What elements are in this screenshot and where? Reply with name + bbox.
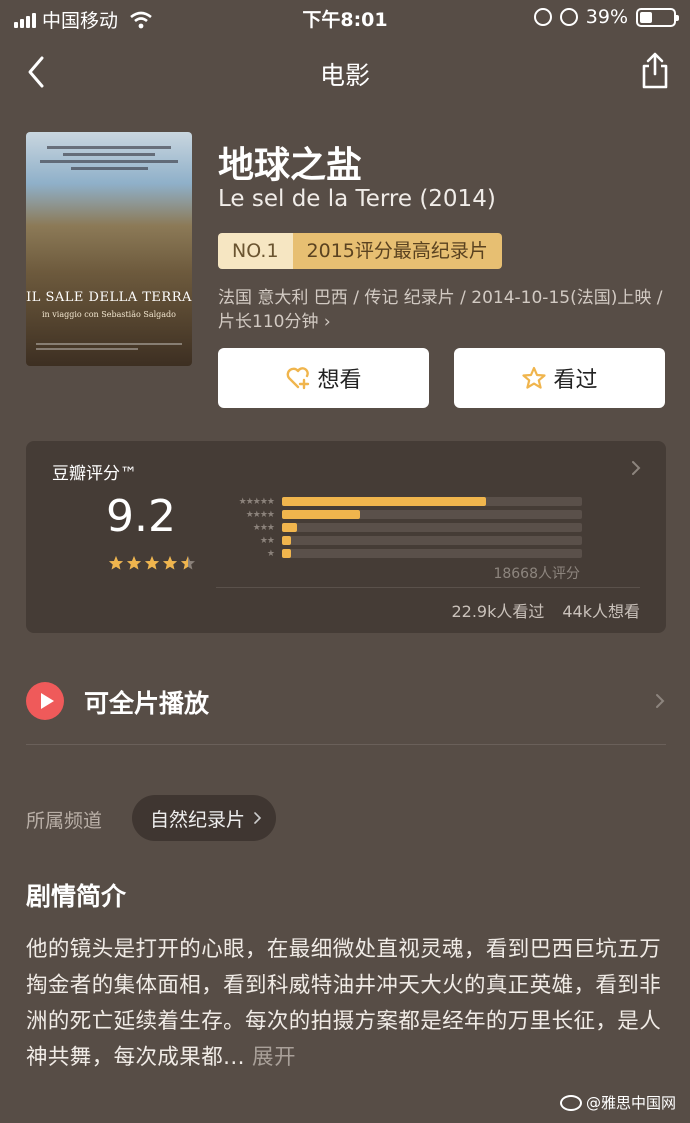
- rank-badge[interactable]: NO.1 2015评分最高纪录片: [218, 233, 502, 269]
- rating-count: 18668人评分: [493, 566, 580, 582]
- poster-credits-top: [32, 142, 186, 182]
- distribution-row: ★★★★: [214, 508, 582, 521]
- distribution-bar: [282, 497, 486, 506]
- channel-label: 所属频道: [26, 810, 103, 832]
- channel-tag[interactable]: 自然纪录片: [132, 795, 277, 841]
- watermark-text: @雅思中国网: [585, 1094, 676, 1112]
- heart-plus-icon: [287, 367, 310, 390]
- rating-score: 9.2: [106, 491, 176, 542]
- distribution-track: [282, 549, 582, 558]
- summary-body: 他的镜头是打开的心眼，在最细微处直视灵魂，看到巴西巨坑五万掏金者的集体面相，看到…: [26, 937, 662, 1070]
- play-icon: [26, 682, 64, 720]
- distribution-stars: ★★★★★: [238, 496, 275, 507]
- distribution-track: [282, 523, 582, 532]
- section-divider: [26, 744, 666, 745]
- meta-text: 法国 意大利 巴西 / 传记 纪录片 / 2014-10-15(法国)上映 / …: [218, 288, 663, 332]
- battery-icon: [636, 7, 679, 27]
- want-count[interactable]: 44k人想看: [562, 598, 640, 622]
- meta-arrow-icon: ›: [323, 312, 331, 332]
- star-half-icon: [181, 556, 195, 570]
- star-full-icon: [163, 556, 177, 570]
- poster-credits-bottom: [36, 340, 182, 356]
- summary-title: 剧情简介: [26, 882, 127, 911]
- distribution-track: [282, 536, 582, 545]
- distribution-row: ★★: [214, 534, 582, 547]
- poster-subtitle: in viaggio con Sebastião Salgado: [41, 310, 176, 319]
- distribution-track: [282, 497, 582, 506]
- star-outline-icon: [522, 366, 547, 389]
- distribution-bar: [282, 549, 291, 558]
- rating-stars: [108, 555, 196, 571]
- distribution-row: ★★★: [214, 521, 582, 534]
- rating-distribution: ★★★★★ ★★★★ ★★★ ★★ ★: [214, 495, 582, 560]
- alarm-icon: [559, 8, 578, 26]
- want-label: 想看: [317, 368, 362, 393]
- movie-title: 地球之盐: [218, 145, 363, 186]
- star-full-icon: [109, 556, 123, 570]
- seen-button[interactable]: 看过: [454, 348, 665, 408]
- rank-number: NO.1: [218, 233, 293, 269]
- rating-card[interactable]: 豆瓣评分™ 9.2 ★★★★★ ★★★★ ★★★ ★★ ★ 18668人评分 22.9k…: [26, 441, 666, 633]
- poster-title: IL SALE DELLA TERRA: [26, 290, 192, 305]
- original-title: Le sel de la Terre (2014): [218, 186, 496, 212]
- distribution-stars: ★★★: [252, 522, 275, 533]
- chevron-right-icon: [632, 461, 641, 475]
- chevron-right-icon: [254, 812, 262, 824]
- seen-label: 看过: [553, 368, 598, 393]
- status-bar: 中国移动 下午8:01 39%: [0, 0, 690, 36]
- distribution-track: [282, 510, 582, 519]
- distribution-row: ★★★★★: [214, 495, 582, 508]
- watched-count[interactable]: 22.9k人看过: [451, 598, 544, 622]
- movie-poster[interactable]: IL SALE DELLA TERRA in viaggio con Sebas…: [26, 132, 192, 366]
- rotation-lock-icon: [533, 8, 552, 26]
- distribution-bar: [282, 536, 291, 545]
- page-title: 电影: [319, 61, 370, 90]
- nav-bar: 电影: [0, 44, 690, 100]
- rating-divider: [216, 587, 640, 588]
- distribution-bar: [282, 523, 297, 532]
- rating-footer: 22.9k人看过 44k人想看: [451, 598, 640, 622]
- share-icon[interactable]: [640, 50, 670, 90]
- distribution-stars: ★★★★: [245, 509, 275, 520]
- rank-text: 2015评分最高纪录片: [292, 233, 502, 269]
- watermark: @雅思中国网: [559, 1092, 676, 1113]
- movie-meta[interactable]: 法国 意大利 巴西 / 传记 纪录片 / 2014-10-15(法国)上映 / …: [218, 286, 668, 334]
- star-full-icon: [145, 556, 159, 570]
- expand-link[interactable]: 展开: [252, 1045, 296, 1070]
- summary-text: 他的镜头是打开的心眼，在最细微处直视灵魂，看到巴西巨坑五万掏金者的集体面相，看到…: [26, 932, 666, 1076]
- distribution-stars: ★: [266, 548, 275, 559]
- battery-percent: 39%: [585, 6, 628, 28]
- weibo-icon: [559, 1094, 582, 1111]
- play-row[interactable]: 可全片播放: [26, 680, 666, 724]
- play-label: 可全片播放: [84, 689, 210, 718]
- want-button[interactable]: 想看: [218, 348, 429, 408]
- channel-value: 自然纪录片: [150, 808, 246, 831]
- distribution-row: ★: [214, 547, 582, 560]
- distribution-stars: ★★: [259, 535, 275, 546]
- chevron-right-icon: [656, 694, 665, 708]
- star-full-icon: [127, 556, 141, 570]
- distribution-bar: [282, 510, 360, 519]
- status-right: 39%: [533, 6, 679, 28]
- rating-label: 豆瓣评分™: [52, 464, 137, 484]
